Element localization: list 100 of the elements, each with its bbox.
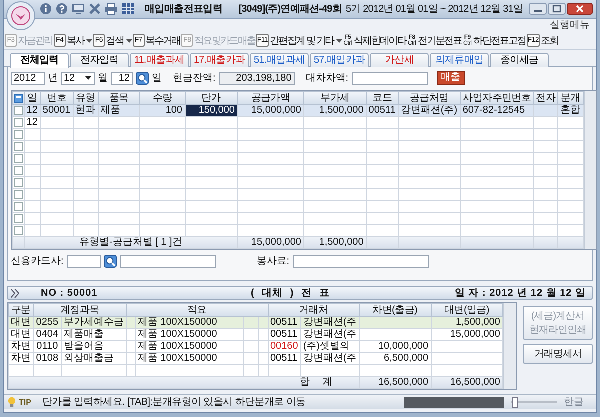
table-row[interactable]: 차변 0110 받을어음 제품 100X150000 00160 (주)셋별의 10,000,000 (8, 340, 503, 352)
tab[interactable]: 11.매출과세 (130, 53, 189, 67)
column-header[interactable]: 차변(출금) (359, 304, 432, 316)
table-cell: (주)셋별의 (300, 340, 360, 352)
tab[interactable]: 의제류매입 (430, 53, 489, 67)
voucher-date: 일 자 : 2012 년 12 월 12 일 (454, 287, 586, 300)
column-header[interactable]: 구분 (8, 304, 34, 316)
service-fee-field[interactable] (292, 255, 429, 268)
input-mode-label: 한글 (564, 396, 584, 409)
tab[interactable]: 17.매출카과 (190, 53, 249, 67)
column-header[interactable]: 대변(입금) (431, 304, 503, 316)
column-header[interactable]: 단가 (185, 92, 238, 104)
tab[interactable]: 전체입력 (10, 53, 69, 68)
column-header[interactable]: 공급가액 (238, 92, 304, 104)
table-row[interactable]: 대변 0404 제품매출 제품 100X150000 00511 강변패션(주 15,000,000 (8, 328, 503, 340)
table-cell: 차변 (8, 340, 34, 352)
column-header[interactable]: 분개 (558, 92, 584, 104)
voucher-type: ( 대체 ) 전 표 (251, 287, 331, 300)
year-field[interactable]: 2012 (11, 72, 45, 84)
cash-label: 현금잔액: (173, 72, 216, 84)
zoom-slider[interactable] (511, 396, 557, 408)
column-header[interactable]: 부가세 (304, 92, 366, 104)
table-cell: 강변패션(주) (398, 104, 460, 116)
card-code-field[interactable] (66, 255, 101, 268)
column-header[interactable]: 번호 (40, 92, 74, 104)
card-company-label: 신용카드사: (11, 255, 64, 268)
day-field[interactable]: 12 (111, 72, 133, 84)
table-cell: 제품 100X150000 (135, 352, 244, 364)
column-header[interactable]: 품목 (98, 92, 140, 104)
slider-thumb[interactable] (512, 396, 518, 408)
select-all-icon[interactable] (14, 94, 23, 102)
sales-button[interactable]: 매출 (436, 71, 465, 85)
caret-icon (85, 76, 92, 80)
table-cell: 차변 (8, 352, 34, 364)
total-cell: 16,500,000 (359, 376, 432, 388)
table-cell: 제품 100X150000 (135, 340, 244, 352)
tab[interactable]: 가산세 (370, 53, 429, 67)
lightbulb-icon (8, 396, 16, 408)
tab[interactable]: 51.매입과세 (250, 53, 309, 67)
info-icon[interactable] (40, 3, 52, 15)
monitor-icon[interactable] (72, 3, 85, 15)
table-cell: 1,500,000 (304, 104, 366, 116)
menu-link[interactable]: 실행메뉴 (550, 19, 590, 32)
close-icon[interactable] (567, 3, 593, 15)
table-cell: 6,500,000 (359, 352, 432, 364)
total-cell: 16,500,000 (431, 376, 503, 388)
grid-icon[interactable] (122, 3, 135, 15)
table-cell: 제품매출 (61, 328, 126, 340)
table-cell: 제품 100X150000 (135, 316, 244, 328)
year-label: 년 (48, 72, 58, 84)
column-header[interactable]: 적요 (126, 304, 268, 316)
status-message: 단가를 입력하세요. [TAB]:분개유형이 있을시 하단분개로 이동 (42, 396, 307, 409)
fiscal-period: 5기 2012년 01월 01일 ~ 2012년 12월 31일 (346, 3, 523, 16)
column-header[interactable]: 일 (24, 92, 40, 104)
table-cell: 대변 (8, 328, 34, 340)
table-cell: 00511 (268, 328, 301, 340)
table-cell: 10,000,000 (359, 340, 432, 352)
chevron-icon (11, 288, 19, 298)
table-cell: 부가세예수금 (61, 316, 126, 328)
table-cell: 0110 (34, 340, 62, 352)
month-dropdown[interactable]: 12 (61, 72, 95, 84)
table-cell: 강변패션(주 (300, 316, 360, 328)
column-header[interactable]: 거래처 (268, 304, 360, 316)
maximize-icon[interactable] (548, 3, 566, 15)
tab[interactable]: 전자입력 (70, 53, 129, 67)
search-icon[interactable] (136, 72, 149, 84)
tools-icon[interactable] (89, 3, 101, 15)
total-label: 합 계 (300, 378, 333, 388)
column-header[interactable]: 수량 (140, 92, 185, 104)
table-row[interactable]: 대변 0255 부가세예수금 제품 100X150000 00511 강변패션(주 1,500,000 (8, 316, 503, 328)
minimize-icon[interactable] (529, 3, 547, 15)
tab[interactable]: 57.매입카과 (310, 53, 369, 67)
scrollbar[interactable] (503, 303, 516, 389)
difference-field[interactable] (352, 72, 428, 84)
column-header[interactable]: 공급처명 (398, 92, 460, 104)
tab[interactable]: 종이세금 (490, 53, 549, 67)
column-header[interactable]: 전자 (534, 92, 558, 104)
printer-icon[interactable] (105, 3, 118, 15)
caret-icon (336, 38, 343, 42)
tip-label: TIP (19, 398, 32, 406)
month-label: 월 (98, 72, 108, 84)
cell-editor[interactable]: 150,000 (186, 106, 236, 116)
caret-icon (86, 38, 94, 42)
table-cell: 0404 (34, 328, 62, 340)
total-cell: 15,000,000 (238, 236, 304, 248)
side-button[interactable]: 거래명세서 (523, 344, 593, 364)
table-cell: 15,000,000 (238, 104, 304, 116)
help-icon[interactable] (56, 3, 68, 15)
table-cell: 15,000,000 (431, 328, 503, 340)
table-cell: 받을어음 (61, 340, 126, 352)
cash-field: 203,198,180 (218, 72, 295, 84)
column-header[interactable]: 사업자주민번호 (460, 92, 534, 104)
table-cell: 00160 (268, 340, 301, 352)
column-header[interactable]: 코드 (366, 92, 398, 104)
column-header[interactable]: 계정과목 (34, 304, 126, 316)
scrollbar[interactable] (584, 91, 596, 249)
table-row[interactable]: 차변 0108 외상매출금 제품 100X150000 00511 강변패션(주 6,500,000 (8, 352, 503, 364)
table-cell: 607-82-12545 (460, 104, 534, 116)
search-icon[interactable] (104, 255, 117, 268)
column-header[interactable]: 유형 (73, 92, 98, 104)
